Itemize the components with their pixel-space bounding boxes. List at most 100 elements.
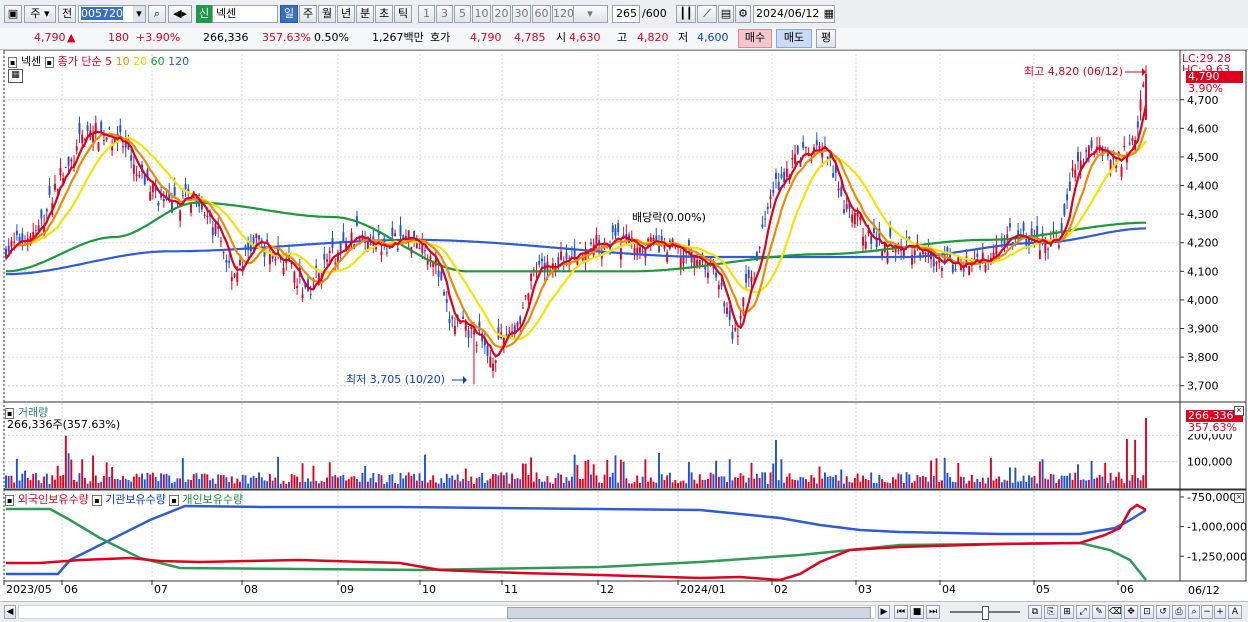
volume-bar xyxy=(788,473,791,488)
volume-bar xyxy=(464,468,467,488)
tab-period-2[interactable]: 월 xyxy=(318,5,336,23)
tab-period-5[interactable]: 초 xyxy=(375,5,393,23)
prev-button[interactable]: 전 xyxy=(58,5,76,23)
font-size-icon[interactable]: A xyxy=(1228,605,1242,619)
zoom-slider[interactable] xyxy=(950,606,1020,620)
chevron-down-icon[interactable]: ▾ xyxy=(133,6,145,22)
volume-bar xyxy=(252,475,255,488)
zoom-icon[interactable]: ⌕ xyxy=(1188,605,1200,619)
volume-bar xyxy=(486,480,489,488)
window-split-icon[interactable]: ⊞ xyxy=(1060,605,1074,619)
capture-icon[interactable]: ⎙ xyxy=(1172,605,1186,619)
count-button-60[interactable]: 60 xyxy=(532,5,551,23)
x-axis-label: 2024/01 xyxy=(680,583,726,596)
candle xyxy=(119,125,122,133)
candle xyxy=(13,241,16,243)
count-button-20[interactable]: 20 xyxy=(492,5,511,23)
table-toggle-icon[interactable]: ▦ xyxy=(8,69,23,83)
stock-chart[interactable]: 2023/05 06 07 08 09 10 11 12 2024/01 02 03 04 05 06 4,… xyxy=(0,49,1248,601)
stop-icon[interactable]: ■ xyxy=(910,605,924,619)
buy-button[interactable]: 매수 xyxy=(738,29,772,48)
volume-bar xyxy=(998,476,1001,488)
save-icon[interactable]: ▤ xyxy=(718,5,734,23)
volume-bar xyxy=(687,462,690,488)
bottom-scrollbar[interactable]: ◀ ▶ ⏮ ■ ⏭ ⧉ ⎘ ⊞ ⤢ ✎ ⌫ ✥ ⊡ ↺ ⎙ ⌕ − + A xyxy=(0,601,1248,622)
move-icon[interactable]: ✥ xyxy=(1124,605,1138,619)
candle xyxy=(1120,166,1123,177)
tab-period-1[interactable]: 주 xyxy=(299,5,317,23)
close-icon[interactable]: × xyxy=(1234,406,1244,416)
stock-name-field[interactable]: 넥센 xyxy=(212,5,278,23)
stock-code-input[interactable]: 005720 ▾ xyxy=(78,5,146,23)
tab-period-4[interactable]: 분 xyxy=(356,5,374,23)
volume-bar xyxy=(192,474,195,488)
copy-icon[interactable]: ⎘ xyxy=(1044,605,1058,619)
volume-bar xyxy=(1017,481,1020,488)
count-button-5[interactable]: 5 xyxy=(454,5,471,23)
close-icon[interactable]: × xyxy=(1234,493,1244,503)
trend-icon[interactable]: ⤢ xyxy=(1076,605,1090,619)
price-tick-label: 4,600 xyxy=(1187,122,1219,135)
draw-icon[interactable]: ✎ xyxy=(1092,605,1106,619)
chart-area[interactable]: 2023/05 06 07 08 09 10 11 12 2024/01 02 03 04 05 06 4,… xyxy=(0,49,1248,601)
zoom-in-icon[interactable]: + xyxy=(1214,605,1226,619)
volume-bar xyxy=(432,475,435,488)
scroll-thumb[interactable] xyxy=(507,607,871,619)
volume-bar xyxy=(356,479,358,488)
candle-style-icon[interactable]: ┃┃ xyxy=(676,5,696,23)
volume-bar xyxy=(921,475,924,488)
evaluate-button[interactable]: 평 xyxy=(816,29,836,48)
volume-bar xyxy=(584,460,587,488)
scroll-right-icon[interactable]: ▶ xyxy=(878,605,890,619)
candle xyxy=(1044,242,1047,254)
volume-bar xyxy=(211,478,214,488)
volume-bar xyxy=(546,476,549,488)
candle xyxy=(1036,226,1039,236)
date-input[interactable]: 2024/06/12 ▦ xyxy=(753,5,835,23)
count-button-30[interactable]: 30 xyxy=(512,5,531,23)
volume-bar xyxy=(113,479,116,488)
volume-bar xyxy=(976,478,979,488)
count-button-1[interactable]: 1 xyxy=(418,5,435,23)
refresh-icon[interactable]: ↺ xyxy=(1156,605,1170,619)
volume-bar xyxy=(775,439,777,488)
candle xyxy=(424,250,426,252)
tab-period-3[interactable]: 년 xyxy=(337,5,355,23)
scroll-track[interactable] xyxy=(18,605,876,619)
volume-bar xyxy=(263,480,266,488)
volume-value: 266,336 xyxy=(203,31,249,44)
last-page-icon[interactable]: ⏭ xyxy=(926,605,940,619)
candle xyxy=(494,360,497,363)
erase-icon[interactable]: ⌫ xyxy=(1108,605,1122,619)
candle xyxy=(59,167,62,176)
calendar-icon[interactable]: ▦ xyxy=(824,6,834,22)
volume-bar xyxy=(777,480,780,488)
search-icon[interactable]: ⌕ xyxy=(148,5,166,23)
window-icon[interactable]: ▣ xyxy=(4,5,22,23)
volume-bar xyxy=(557,473,560,488)
sell-button[interactable]: 매도 xyxy=(776,29,812,48)
tab-period-0[interactable]: 일 xyxy=(280,5,298,23)
zoom-slider-handle[interactable] xyxy=(982,606,989,620)
count-button-10[interactable]: 10 xyxy=(472,5,491,23)
count-button-120[interactable]: 120 xyxy=(552,5,574,23)
count-select[interactable]: ▾ xyxy=(572,5,608,23)
first-page-icon[interactable]: ⏮ xyxy=(894,605,908,619)
scroll-left-icon[interactable]: ◀ xyxy=(4,605,16,619)
tile-icon[interactable]: ⧉ xyxy=(1028,605,1042,619)
line-tool-icon[interactable]: ⟋ xyxy=(697,5,717,23)
gear-icon[interactable]: ⚙ xyxy=(735,5,751,23)
volume-bar xyxy=(1120,478,1123,488)
volume-bar xyxy=(173,481,176,488)
view-count-input[interactable]: 265 xyxy=(612,5,640,23)
speaker-icon[interactable]: ◀▸ xyxy=(168,5,192,23)
count-button-3[interactable]: 3 xyxy=(436,5,453,23)
tab-period-6[interactable]: 틱 xyxy=(394,5,412,23)
zoom-out-icon[interactable]: − xyxy=(1201,605,1213,619)
lock-icon[interactable]: ⊡ xyxy=(1140,605,1154,619)
candle xyxy=(832,173,835,178)
candle xyxy=(130,155,133,161)
volume-bar xyxy=(823,472,826,488)
period-mode-select[interactable]: 주 ▾ xyxy=(24,5,56,23)
candle xyxy=(54,183,56,190)
